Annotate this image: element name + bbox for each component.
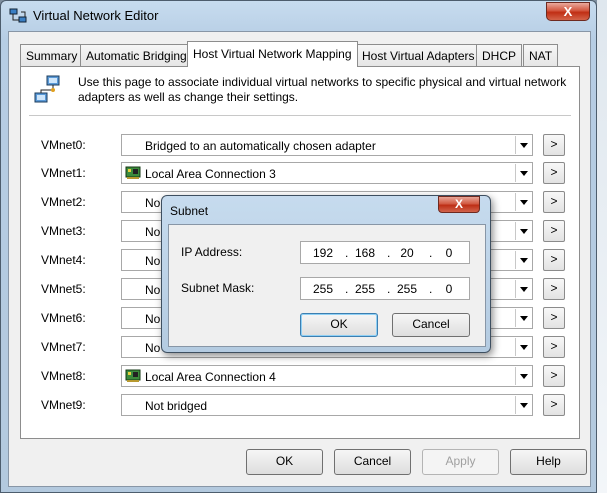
subnet-mask-field[interactable]: 255 . 255 . 255 . 0: [300, 277, 470, 300]
vmnet1-more-button[interactable]: >: [543, 162, 565, 184]
vmnet7-value: No: [145, 341, 161, 355]
mask-dot: .: [429, 282, 433, 296]
window-title: Virtual Network Editor: [33, 8, 159, 23]
chevron-down-icon[interactable]: [515, 136, 531, 154]
ip-dot: .: [387, 246, 391, 260]
ip-address-label: IP Address:: [181, 245, 243, 259]
vmnet8-label: VMnet8:: [41, 369, 86, 383]
vmnet6-value: No: [145, 312, 161, 326]
network-adapter-icon: [125, 369, 141, 382]
ok-button[interactable]: OK: [246, 449, 323, 475]
vmnet1-adapter-dropdown[interactable]: Local Area Connection 3: [121, 162, 533, 184]
vmnet7-more-button[interactable]: >: [543, 336, 565, 358]
help-button[interactable]: Help: [510, 449, 587, 475]
mask-octet-4[interactable]: 0: [435, 282, 463, 296]
mask-dot: .: [345, 282, 349, 296]
chevron-down-icon[interactable]: [515, 367, 531, 385]
vmnet9-adapter-dropdown[interactable]: Not bridged: [121, 394, 533, 416]
network-editor-icon: [9, 8, 27, 23]
tab-automatic-bridging[interactable]: Automatic Bridging: [80, 44, 193, 66]
vmnet5-label: VMnet5:: [41, 282, 86, 296]
vmnet9-label: VMnet9:: [41, 398, 86, 412]
vmnet4-label: VMnet4:: [41, 253, 86, 267]
vmnet0-value: Bridged to an automatically chosen adapt…: [145, 139, 376, 153]
tab-host-virtual-adapters[interactable]: Host Virtual Adapters: [356, 44, 481, 66]
tab-nat[interactable]: NAT: [523, 44, 559, 66]
vmnet9-value: Not bridged: [145, 399, 208, 413]
ip-octet-3[interactable]: 20: [393, 246, 421, 260]
vmnet0-adapter-dropdown[interactable]: Bridged to an automatically chosen adapt…: [121, 134, 533, 156]
chevron-down-icon[interactable]: [515, 222, 531, 240]
vmnet3-value: No: [145, 225, 161, 239]
subnet-dialog-title: Subnet: [170, 204, 209, 218]
ip-octet-1[interactable]: 192: [309, 246, 337, 260]
ip-address-field[interactable]: 192 . 168 . 20 . 0: [300, 241, 470, 264]
vmnet1-value: Local Area Connection 3: [145, 167, 276, 181]
ip-octet-2[interactable]: 168: [351, 246, 379, 260]
mask-dot: .: [387, 282, 391, 296]
separator: [29, 115, 571, 116]
ip-dot: .: [429, 246, 433, 260]
vmnet5-more-button[interactable]: >: [543, 278, 565, 300]
vmnet6-more-button[interactable]: >: [543, 307, 565, 329]
vmnet8-adapter-dropdown[interactable]: Local Area Connection 4: [121, 365, 533, 387]
chevron-down-icon[interactable]: [515, 396, 531, 414]
mask-octet-2[interactable]: 255: [351, 282, 379, 296]
vmnet4-value: No: [145, 254, 161, 268]
chevron-down-icon[interactable]: [515, 309, 531, 327]
chevron-down-icon[interactable]: [515, 164, 531, 182]
chevron-down-icon[interactable]: [515, 251, 531, 269]
vmnet1-label: VMnet1:: [41, 166, 86, 180]
tab-summary[interactable]: Summary: [20, 44, 84, 66]
chevron-down-icon[interactable]: [515, 338, 531, 356]
vmnet8-value: Local Area Connection 4: [145, 370, 276, 384]
vmnet5-value: No: [145, 283, 161, 297]
network-adapter-icon: [125, 166, 141, 179]
vmnet8-more-button[interactable]: >: [543, 365, 565, 387]
vmnet3-label: VMnet3:: [41, 224, 86, 238]
subnet-ok-button[interactable]: OK: [300, 313, 378, 337]
tab-dhcp[interactable]: DHCP: [476, 44, 523, 66]
apply-button[interactable]: Apply: [422, 449, 499, 475]
network-mapping-icon: [34, 75, 60, 103]
cancel-button[interactable]: Cancel: [334, 449, 411, 475]
vmnet6-label: VMnet6:: [41, 311, 86, 325]
vmnet0-label: VMnet0:: [41, 138, 86, 152]
window-close-button[interactable]: X: [546, 2, 590, 21]
desktop-background: [597, 0, 607, 493]
vmnet9-more-button[interactable]: >: [543, 394, 565, 416]
subnet-mask-label: Subnet Mask:: [181, 281, 255, 295]
vmnet0-more-button[interactable]: >: [543, 134, 565, 156]
ip-octet-4[interactable]: 0: [435, 246, 463, 260]
tab-host-virtual-network-mapping[interactable]: Host Virtual Network Mapping: [187, 41, 358, 67]
vmnet2-more-button[interactable]: >: [543, 191, 565, 213]
chevron-down-icon[interactable]: [515, 193, 531, 211]
vmnet2-label: VMnet2:: [41, 195, 86, 209]
subnet-cancel-button[interactable]: Cancel: [392, 313, 470, 337]
vmnet7-label: VMnet7:: [41, 340, 86, 354]
subnet-dialog: Subnet X IP Address: 192 . 168 . 20 . 0 …: [161, 195, 491, 353]
vmnet2-value: No: [145, 196, 161, 210]
ip-dot: .: [345, 246, 349, 260]
page-description: Use this page to associate individual vi…: [78, 75, 567, 104]
subnet-close-button[interactable]: X: [438, 196, 480, 213]
vmnet3-more-button[interactable]: >: [543, 220, 565, 242]
mask-octet-1[interactable]: 255: [309, 282, 337, 296]
chevron-down-icon[interactable]: [515, 280, 531, 298]
vmnet4-more-button[interactable]: >: [543, 249, 565, 271]
title-bar[interactable]: Virtual Network Editor X: [1, 1, 596, 31]
mask-octet-3[interactable]: 255: [393, 282, 421, 296]
subnet-dialog-body: IP Address: 192 . 168 . 20 . 0 Subnet Ma…: [168, 224, 486, 347]
